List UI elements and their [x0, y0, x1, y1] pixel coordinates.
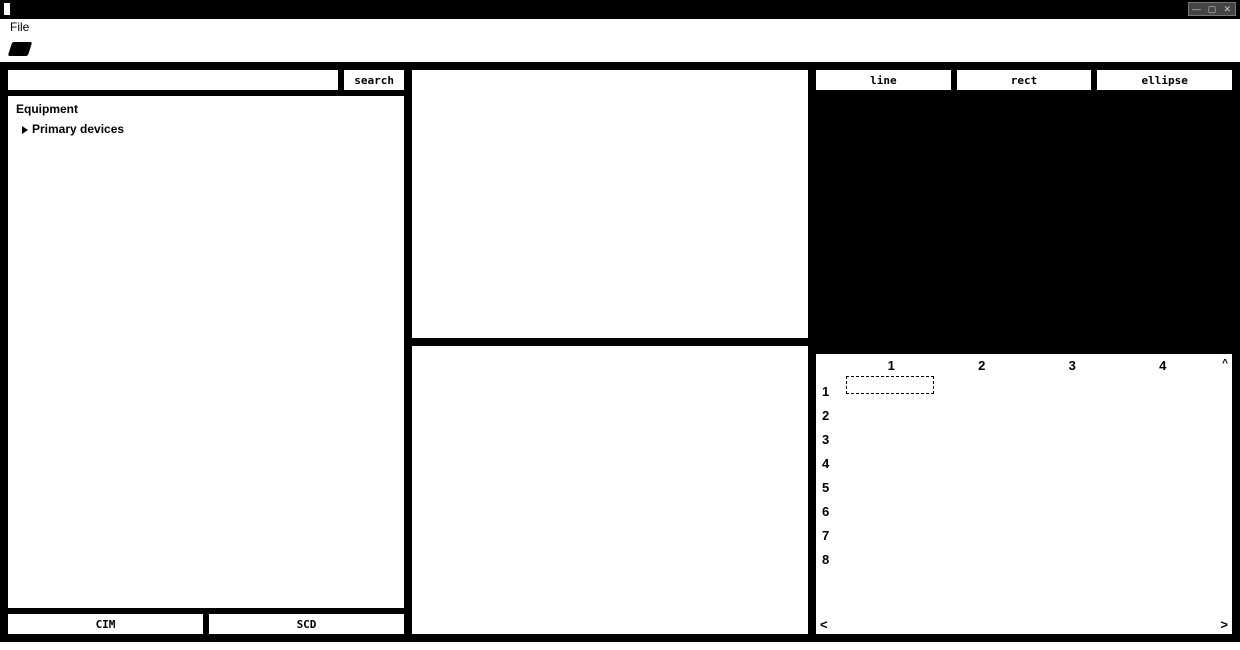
col-header[interactable]: 3	[1027, 358, 1118, 373]
grid-row-headers: 1 2 3 4 5 6 7 8	[822, 380, 829, 572]
center-panel	[412, 70, 808, 634]
open-icon[interactable]	[8, 42, 33, 56]
row-header[interactable]: 7	[822, 524, 829, 548]
row-header[interactable]: 4	[822, 452, 829, 476]
scroll-right-icon[interactable]: >	[1220, 617, 1228, 632]
app-icon	[4, 3, 16, 15]
expand-icon[interactable]	[22, 126, 28, 134]
search-button[interactable]: search	[344, 70, 404, 90]
active-cell[interactable]	[846, 376, 934, 394]
title-bar: — ▢ ✕	[0, 0, 1240, 19]
left-panel: search Equipment Primary devices CIM SCD	[8, 70, 404, 634]
left-bottom-tabs: CIM SCD	[8, 614, 404, 634]
line-button[interactable]: line	[816, 70, 951, 90]
col-header[interactable]: 1	[846, 358, 937, 373]
ellipse-button[interactable]: ellipse	[1097, 70, 1232, 90]
col-header[interactable]: 2	[937, 358, 1028, 373]
row-header[interactable]: 5	[822, 476, 829, 500]
row-header[interactable]: 8	[822, 548, 829, 572]
right-panel: line rect ellipse 1 2 3 4 1 2 3 4 5 6 7 …	[816, 70, 1232, 634]
center-top-pane[interactable]	[412, 70, 808, 338]
search-row: search	[8, 70, 404, 90]
close-icon[interactable]: ✕	[1220, 3, 1235, 15]
tree-root[interactable]: Equipment	[16, 102, 396, 116]
scroll-left-icon[interactable]: <	[820, 617, 828, 632]
shape-buttons: line rect ellipse	[816, 70, 1232, 90]
row-header[interactable]: 1	[822, 380, 829, 404]
menu-bar: File	[0, 19, 1240, 36]
h-scrollbar[interactable]: < >	[820, 617, 1228, 632]
search-input[interactable]	[8, 70, 338, 90]
tab-cim[interactable]: CIM	[8, 614, 203, 634]
right-grid[interactable]: 1 2 3 4 1 2 3 4 5 6 7 8 ^ < >	[816, 354, 1232, 634]
row-header[interactable]: 2	[822, 404, 829, 428]
menu-file[interactable]: File	[10, 20, 29, 34]
rect-button[interactable]: rect	[957, 70, 1092, 90]
toolbar	[0, 36, 1240, 62]
equipment-tree[interactable]: Equipment Primary devices	[8, 96, 404, 608]
tree-item-primary-devices[interactable]: Primary devices	[22, 122, 396, 136]
grid-col-headers: 1 2 3 4	[846, 358, 1208, 373]
minimize-icon[interactable]: —	[1189, 3, 1204, 15]
scroll-up-icon[interactable]: ^	[1222, 358, 1228, 369]
row-header[interactable]: 6	[822, 500, 829, 524]
main-frame: search Equipment Primary devices CIM SCD…	[0, 62, 1240, 642]
row-header[interactable]: 3	[822, 428, 829, 452]
col-header[interactable]: 4	[1118, 358, 1209, 373]
tab-scd[interactable]: SCD	[209, 614, 404, 634]
maximize-icon[interactable]: ▢	[1204, 3, 1219, 15]
window-controls[interactable]: — ▢ ✕	[1188, 2, 1236, 16]
center-bottom-pane[interactable]	[412, 346, 808, 634]
right-canvas[interactable]	[816, 98, 1232, 346]
